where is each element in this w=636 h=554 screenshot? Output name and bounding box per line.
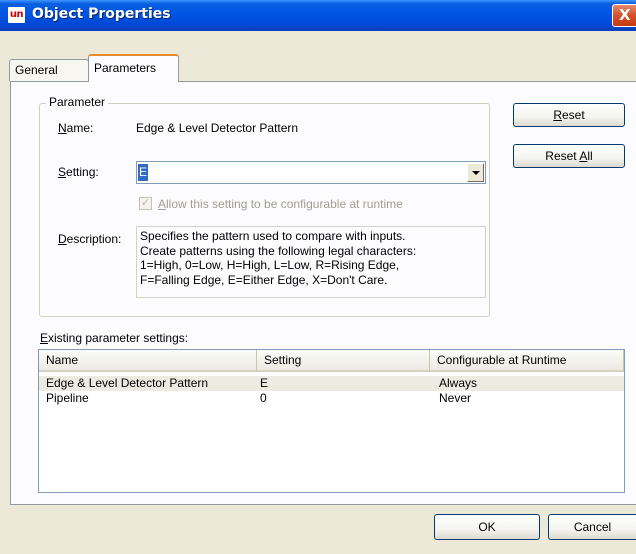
parameter-group-legend: Parameter — [46, 95, 109, 109]
reset-all-button[interactable]: Reset All — [513, 144, 625, 168]
uniface-app-icon: un — [8, 7, 25, 23]
row-name: Edge & Level Detector Pattern — [46, 376, 209, 390]
tab-general[interactable]: General — [9, 59, 89, 81]
chevron-down-icon[interactable] — [467, 163, 484, 182]
description-line: F=Falling Edge, E=Either Edge, X=Don't C… — [140, 272, 388, 287]
description-line: Specifies the pattern used to compare wi… — [140, 229, 406, 243]
column-header-configurable[interactable]: Configurable at Runtime — [430, 350, 624, 371]
row-setting: E — [260, 376, 269, 390]
description-box: Specifies the pattern used to compare wi… — [136, 226, 486, 298]
runtime-checkbox-label[interactable]: Allow this setting to be configurable at… — [158, 197, 403, 211]
row-configurable: Never — [439, 391, 472, 405]
row-setting: 0 — [260, 391, 267, 405]
setting-value[interactable]: E — [138, 164, 149, 181]
name-value: Edge & Level Detector Pattern — [136, 121, 299, 135]
table-row[interactable]: Edge & Level Detector Pattern E Always — [39, 376, 624, 391]
column-header-setting[interactable]: Setting — [257, 350, 430, 371]
row-name: Pipeline — [46, 391, 89, 405]
runtime-checkbox[interactable]: ✓ — [139, 197, 152, 210]
ok-button[interactable]: OK — [434, 514, 540, 540]
tab-parameters[interactable]: Parameters — [88, 54, 179, 82]
close-icon[interactable]: X — [612, 4, 636, 27]
check-icon: ✓ — [140, 197, 151, 209]
title-bar[interactable]: un Object Properties X — [0, 0, 636, 31]
name-label: Name: — [58, 121, 94, 135]
cancel-button[interactable]: Cancel — [548, 514, 636, 540]
description-label: Description: — [58, 232, 122, 246]
existing-settings-list[interactable]: Name Setting Configurable at Runtime Edg… — [38, 349, 625, 493]
setting-combobox[interactable]: E — [136, 161, 486, 184]
description-line: Create patterns using the following lega… — [140, 243, 417, 258]
description-line: 1=High, 0=Low, H=High, L=Low, R=Rising E… — [140, 258, 400, 272]
list-header: Name Setting Configurable at Runtime — [39, 350, 624, 372]
column-header-name[interactable]: Name — [39, 350, 257, 371]
reset-button[interactable]: Reset — [513, 103, 625, 127]
table-row[interactable]: Pipeline 0 Never — [39, 391, 624, 406]
window-title: Object Properties — [32, 6, 171, 22]
setting-label: Setting: — [58, 165, 99, 179]
row-configurable: Always — [439, 376, 478, 390]
existing-settings-label: Existing parameter settings: — [40, 331, 189, 345]
